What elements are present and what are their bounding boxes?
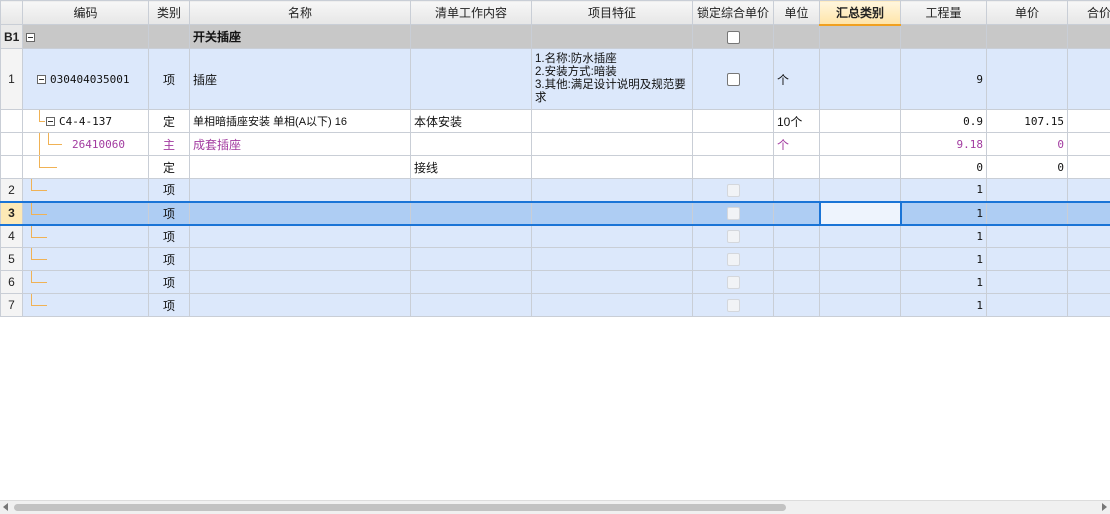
lock-checkbox[interactable] [726,207,740,221]
quota-type[interactable]: 定 [148,109,190,133]
item-quantity[interactable]: 1 [900,293,987,317]
bill-table: 编码 类别 名称 清单工作内容 项目特征 锁定综合单价 单位 汇总类别 工程量 … [0,0,1110,317]
section-row[interactable]: B1 开关插座 [0,24,1110,49]
scrollbar-thumb[interactable] [14,504,786,511]
item-type[interactable]: 项 [148,178,190,202]
header-lock-price[interactable]: 锁定综合单价 [692,0,774,25]
material-unit-price[interactable]: 0 [986,132,1068,156]
row-number: 6 [0,270,23,294]
item-code-cell[interactable]: 030404035001 [22,48,149,110]
quota-unit[interactable]: 10个 [773,109,820,133]
material-type[interactable]: 主 [148,132,190,156]
material-quantity[interactable]: 9.18 [900,132,987,156]
summary-category-edit-cell[interactable] [818,200,902,226]
item-type[interactable]: 项 [148,293,190,317]
wiring-work-content[interactable]: 接线 [410,155,532,179]
lock-checkbox[interactable] [726,276,740,290]
bill-grid[interactable]: 编码 类别 名称 清单工作内容 项目特征 锁定综合单价 单位 汇总类别 工程量 … [0,0,1110,500]
header-unit[interactable]: 单位 [773,0,820,25]
item-name[interactable]: 插座 [189,48,411,110]
item-type[interactable]: 项 [148,270,190,294]
collapse-icon[interactable] [26,32,35,42]
row-number: 5 [0,247,23,271]
quota-unit-price[interactable]: 107.15 [986,109,1068,133]
wiring-unit-price[interactable]: 0 [986,155,1068,179]
item-quantity[interactable]: 1 [900,270,987,294]
section-name[interactable]: 开关插座 [189,24,411,49]
feature-line: 1.名称:防水插座 [535,53,617,65]
lock-checkbox[interactable] [726,253,740,267]
item-type[interactable]: 项 [148,224,190,248]
header-type[interactable]: 类别 [148,0,190,25]
item-quantity[interactable]: 1 [900,200,987,226]
item-quantity[interactable]: 9 [900,48,987,110]
material-code: 26410060 [72,137,125,151]
scroll-left-arrow-icon[interactable] [3,503,8,511]
material-row[interactable]: 26410060 主 成套插座 个 9.18 0 [0,132,1110,156]
wiring-code-cell[interactable] [22,155,149,179]
lock-checkbox[interactable] [726,299,740,313]
quota-row[interactable]: C4-4-137 定 单相暗插座安装 单相(A以下) 16 本体安装 10个 0… [0,109,1110,133]
bill-item-row-selected[interactable]: 3 项 1 [0,200,1110,226]
quota-code-cell[interactable]: C4-4-137 [22,109,149,133]
lock-checkbox[interactable] [726,73,740,87]
wiring-row[interactable]: 定 接线 0 0 [0,155,1110,179]
wiring-type[interactable]: 定 [148,155,190,179]
bill-item-row[interactable]: 1 030404035001 项 插座 1.名称:防水插座 2.安装方式:暗装 … [0,48,1110,110]
lock-price-cell[interactable] [692,48,774,110]
feature-line: 3.其他:满足设计说明及规范要求 [535,79,686,104]
quota-code: C4-4-137 [59,114,112,128]
item-quantity[interactable]: 1 [900,247,987,271]
header-rownum [0,0,23,25]
lock-price-cell[interactable] [692,24,774,49]
row-number: 4 [0,224,23,248]
scroll-right-arrow-icon[interactable] [1102,503,1107,511]
lock-checkbox[interactable] [726,183,740,197]
quota-name[interactable]: 单相暗插座安装 单相(A以下) 16 [189,109,411,133]
row-number: 7 [0,293,23,317]
collapse-icon[interactable] [46,117,55,126]
lock-checkbox[interactable] [726,230,740,244]
feature-line: 2.安装方式:暗装 [535,66,617,78]
item-quantity[interactable]: 1 [900,178,987,202]
row-number: 1 [0,48,23,110]
header-quantity[interactable]: 工程量 [900,0,987,25]
header-code[interactable]: 编码 [22,0,149,25]
header-name[interactable]: 名称 [189,0,411,25]
item-feature[interactable]: 1.名称:防水插座 2.安装方式:暗装 3.其他:满足设计说明及规范要求 [531,48,693,110]
wiring-quantity[interactable]: 0 [900,155,987,179]
material-unit[interactable]: 个 [773,132,820,156]
material-name[interactable]: 成套插座 [189,132,411,156]
horizontal-scrollbar[interactable] [0,500,1110,514]
item-type[interactable]: 项 [148,48,190,110]
header-total-price[interactable]: 合价 [1067,0,1110,25]
bill-item-row[interactable]: 7 项 1 [0,293,1110,317]
row-number: B1 [0,24,23,49]
bill-item-row[interactable]: 6 项 1 [0,270,1110,294]
item-type[interactable]: 项 [148,200,190,226]
collapse-icon[interactable] [37,75,46,84]
header-work-content[interactable]: 清单工作内容 [410,0,532,25]
item-type[interactable]: 项 [148,247,190,271]
row-number: 2 [0,178,23,202]
bill-item-row[interactable]: 2 项 1 [0,178,1110,202]
quota-quantity[interactable]: 0.9 [900,109,987,133]
row-number: 3 [0,200,23,226]
bill-item-row[interactable]: 5 项 1 [0,247,1110,271]
section-code-cell[interactable] [22,24,149,49]
item-code: 030404035001 [50,72,130,86]
item-quantity[interactable]: 1 [900,224,987,248]
bill-item-row[interactable]: 4 项 1 [0,224,1110,248]
lock-checkbox[interactable] [726,30,740,44]
header-unit-price[interactable]: 单价 [986,0,1068,25]
header-summary-category[interactable]: 汇总类别 [819,0,901,26]
quota-work-content[interactable]: 本体安装 [410,109,532,133]
item-unit[interactable]: 个 [773,48,820,110]
header-feature[interactable]: 项目特征 [531,0,693,25]
material-code-cell[interactable]: 26410060 [22,132,149,156]
header-row: 编码 类别 名称 清单工作内容 项目特征 锁定综合单价 单位 汇总类别 工程量 … [0,0,1110,26]
